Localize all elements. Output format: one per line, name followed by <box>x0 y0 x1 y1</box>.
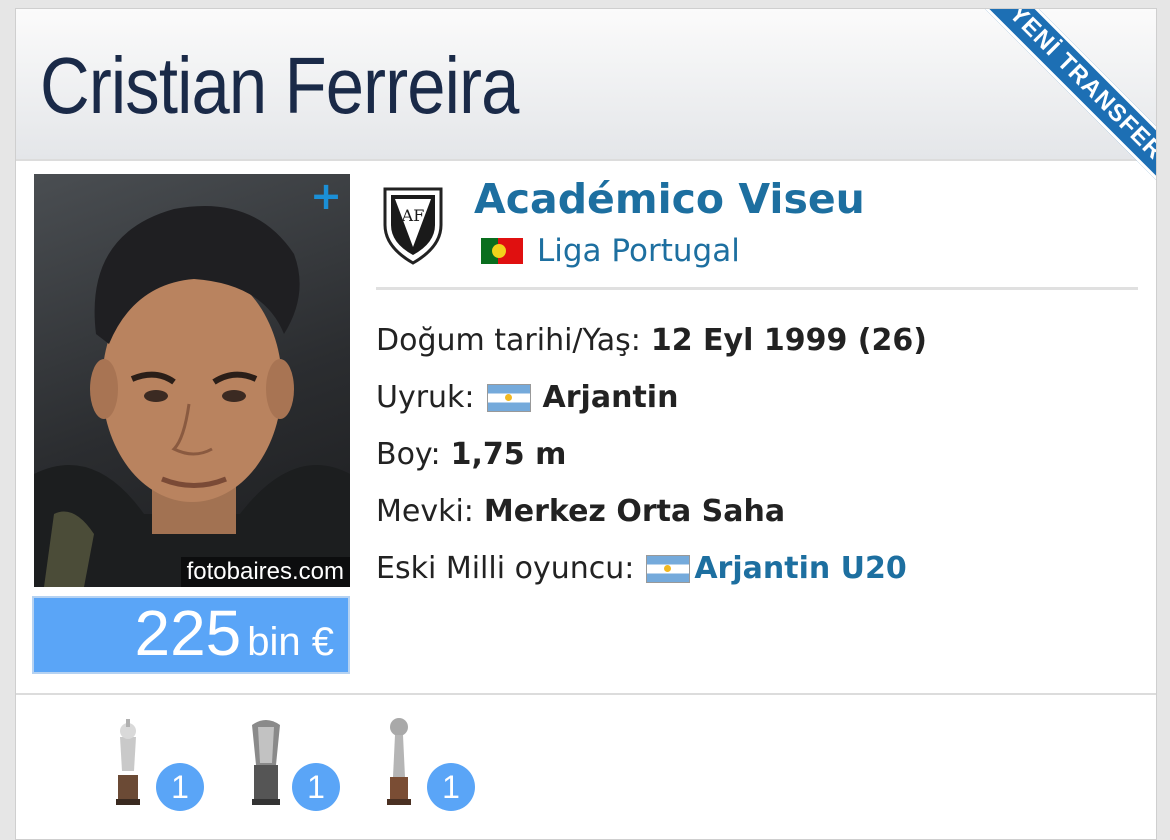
trophies-divider <box>16 693 1156 695</box>
club-crest-icon[interactable]: AF <box>381 185 445 265</box>
trophy-cup-icon[interactable] <box>379 715 419 807</box>
position-value: Merkez Orta Saha <box>483 494 786 529</box>
profile-body: + fotobaires.com 225 bin € AF Académico V… <box>16 161 1156 693</box>
player-profile-card: Cristian Ferreira YENİ TRANSFER + fotoba… <box>15 8 1157 840</box>
trophy-count-badge: 1 <box>427 763 475 811</box>
portugal-flag-icon <box>481 238 523 264</box>
nationality-label: Uyruk: <box>376 380 475 415</box>
market-value-unit: bin € <box>247 620 334 664</box>
position-label: Mevki: <box>376 494 474 529</box>
player-name: Cristian Ferreira <box>40 41 519 130</box>
height-label: Boy: <box>376 437 441 472</box>
club-name-link[interactable]: Académico Viseu <box>474 175 865 223</box>
photo-expand-icon[interactable]: + <box>310 176 342 216</box>
argentina-flag-icon <box>646 554 691 583</box>
nationality-row: Uyruk: Arjantin <box>376 380 678 415</box>
player-photo[interactable]: + fotobaires.com <box>34 174 350 587</box>
league-name: Liga Portugal <box>537 233 740 269</box>
profile-header: Cristian Ferreira <box>16 9 1156 161</box>
former-international-row: Eski Milli oyuncu: Arjantin U20 <box>376 551 907 586</box>
nationality-value: Arjantin <box>542 380 679 415</box>
former-international-link[interactable]: Arjantin U20 <box>694 551 906 586</box>
market-value-amount: 225 <box>134 597 242 669</box>
height-row: Boy: 1,75 m <box>376 437 566 472</box>
photo-credit: fotobaires.com <box>180 557 350 587</box>
trophies-section: 1 1 1 <box>16 699 1156 839</box>
former-international-label: Eski Milli oyuncu: <box>376 551 635 586</box>
birth-date-value: 12 Eyl 1999 (26) <box>650 323 927 358</box>
market-value-box[interactable]: 225 bin € <box>32 596 350 674</box>
birth-date-label: Doğum tarihi/Yaş: <box>376 323 641 358</box>
position-row: Mevki: Merkez Orta Saha <box>376 494 785 529</box>
league-link[interactable]: Liga Portugal <box>481 233 740 269</box>
birth-date-row: Doğum tarihi/Yaş: 12 Eyl 1999 (26) <box>376 323 927 358</box>
trophy-cup-icon[interactable] <box>108 715 148 807</box>
market-value: 225 bin € <box>134 596 334 670</box>
trophy-cup-icon[interactable] <box>246 715 286 807</box>
player-portrait-image <box>34 206 350 587</box>
info-divider <box>376 287 1138 290</box>
trophy-count-badge: 1 <box>156 763 204 811</box>
height-value: 1,75 m <box>450 437 567 472</box>
trophy-count-badge: 1 <box>292 763 340 811</box>
svg-text:AF: AF <box>401 206 425 225</box>
argentina-flag-icon <box>486 383 531 412</box>
